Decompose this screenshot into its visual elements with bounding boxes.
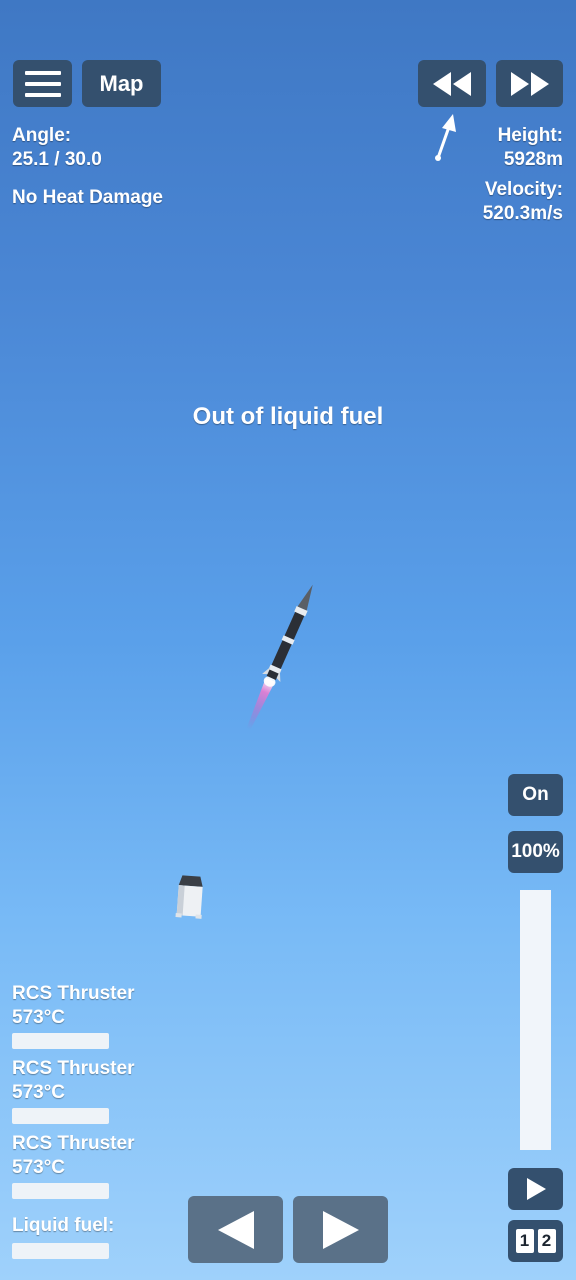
velocity-label: Velocity: <box>484 179 563 200</box>
arrow-left-icon <box>217 1210 254 1249</box>
map-button[interactable]: Map <box>82 60 161 107</box>
velocity-value: 520.3m/s <box>482 203 563 224</box>
height-value: 5928m <box>503 149 563 170</box>
stage-selector[interactable]: 1 2 <box>508 1220 563 1262</box>
velocity-readout: Velocity: 520.3m/s <box>483 178 563 226</box>
part-temperature: 573°C <box>12 1082 66 1103</box>
arrow-right-icon <box>322 1210 359 1249</box>
part-status-item: RCS Thruster 573°C <box>12 1132 134 1180</box>
liquid-fuel-label: Liquid fuel: <box>12 1215 115 1236</box>
rewind-button[interactable] <box>418 60 486 107</box>
rocket <box>246 584 313 730</box>
angle-value: 25.1 / 30.0 <box>12 149 102 170</box>
rotate-left-button[interactable] <box>188 1196 283 1263</box>
part-name: RCS Thruster <box>12 1133 135 1154</box>
fast-forward-icon <box>510 71 549 96</box>
throttle-slider-fill <box>520 890 551 1150</box>
menu-button[interactable] <box>13 60 72 107</box>
rotate-right-button[interactable] <box>293 1196 388 1263</box>
liquid-fuel-bar <box>12 1243 109 1259</box>
detached-stage <box>175 875 203 919</box>
next-stage-play-button[interactable] <box>508 1168 563 1210</box>
height-readout: Height: 5928m <box>498 124 563 172</box>
part-status-item: RCS Thruster 573°C <box>12 982 134 1030</box>
part-heat-bar <box>12 1108 109 1124</box>
direction-arrow-icon <box>435 114 456 161</box>
rewind-icon <box>433 71 471 96</box>
part-heat-bar <box>12 1183 109 1199</box>
fast-forward-button[interactable] <box>496 60 563 107</box>
throttle-percent-button[interactable]: 100% <box>508 831 563 873</box>
status-message: Out of liquid fuel <box>192 403 384 430</box>
part-temperature: 573°C <box>12 1007 66 1028</box>
part-name: RCS Thruster <box>12 1058 135 1079</box>
angle-readout: Angle: 25.1 / 30.0 <box>12 124 102 172</box>
play-icon <box>526 1178 546 1200</box>
throttle-slider[interactable] <box>520 890 551 1150</box>
height-label: Height: <box>497 125 563 146</box>
stage-1[interactable]: 1 <box>515 1229 534 1253</box>
angle-label: Angle: <box>12 125 72 146</box>
part-heat-bar <box>12 1033 109 1049</box>
engine-toggle-button[interactable]: On <box>508 774 563 816</box>
part-temperature: 573°C <box>12 1157 66 1178</box>
hamburger-menu-icon <box>24 70 61 97</box>
heat-status: No Heat Damage <box>12 187 163 208</box>
part-status-item: RCS Thruster 573°C <box>12 1057 134 1105</box>
part-name: RCS Thruster <box>12 983 135 1004</box>
stage-2[interactable]: 2 <box>537 1229 556 1253</box>
